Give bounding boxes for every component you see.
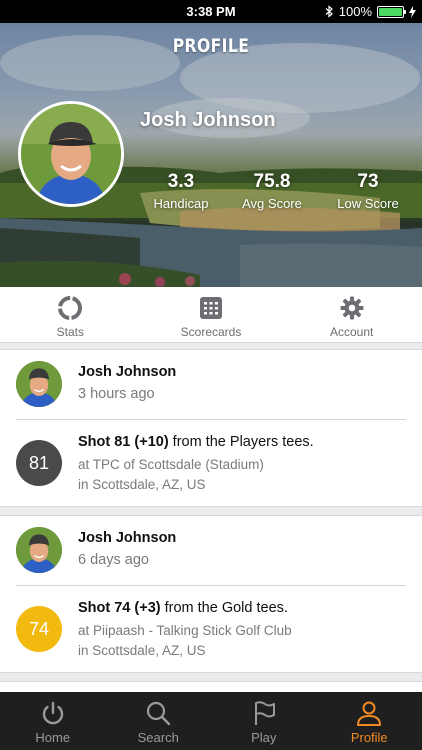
score-badge: 74 <box>16 606 62 652</box>
nav-play[interactable]: Play <box>211 692 317 750</box>
avg-score-stat: 75.8 Avg Score <box>238 171 306 213</box>
course-name: at Piipaash - Talking Stick Golf Club <box>78 623 292 638</box>
feed-card-header: Josh Johnson 3 hours ago <box>16 350 406 420</box>
shot-summary: Shot 81 (+10) from the Players tees. <box>78 434 314 450</box>
handicap-stat: 3.3 Handicap <box>152 171 210 213</box>
tab-stats[interactable]: Stats <box>0 287 141 342</box>
avatar-photo <box>16 361 62 407</box>
author-name[interactable]: Josh Johnson <box>78 530 176 546</box>
nav-label: Play <box>251 730 277 745</box>
tab-label: Scorecards <box>180 325 242 339</box>
course-name: at TPC of Scottsdale (Stadium) <box>78 457 264 472</box>
tab-scorecards[interactable]: Scorecards <box>141 287 282 342</box>
avatar-photo <box>16 527 62 573</box>
tab-label: Stats <box>56 325 85 339</box>
person-icon <box>357 701 382 726</box>
flag-icon <box>254 701 275 725</box>
stat-label: Avg Score <box>242 196 302 211</box>
stats-icon <box>58 296 83 320</box>
shot-tees: from the Gold tees. <box>160 600 288 616</box>
bolt-icon <box>409 5 416 18</box>
shot-tees: from the Players tees. <box>168 434 314 450</box>
feed-card[interactable]: Josh Johnson 3 hours ago 81 Shot 81 (+10… <box>0 349 422 507</box>
profile-avatar[interactable] <box>18 101 124 207</box>
shot-score: Shot 74 (+3) <box>78 600 161 616</box>
post-time: 6 days ago <box>78 552 149 568</box>
nav-home[interactable]: Home <box>0 692 106 750</box>
feed-card-header: Josh Johnson 6 days ago <box>16 516 406 586</box>
battery-percent: 100% <box>338 4 372 19</box>
low-score-stat: 73 Low Score <box>334 171 402 213</box>
shot-score: Shot 81 (+10) <box>78 434 169 450</box>
page-title: PROFILE <box>172 35 250 57</box>
feed-card-body: 74 Shot 74 (+3) from the Gold tees. at P… <box>16 586 406 672</box>
score-badge: 81 <box>16 440 62 486</box>
shot-summary: Shot 74 (+3) from the Gold tees. <box>78 600 288 616</box>
profile-tabs: Stats Scorecards Account <box>0 287 422 343</box>
nav-label: Profile <box>350 730 388 745</box>
search-icon <box>147 701 171 726</box>
bluetooth-icon <box>325 5 333 18</box>
author-name[interactable]: Josh Johnson <box>78 364 176 380</box>
stat-value: 73 <box>357 171 379 192</box>
stat-value: 3.3 <box>167 171 195 192</box>
avatar[interactable] <box>16 527 62 573</box>
activity-feed: Josh Johnson 3 hours ago 81 Shot 81 (+10… <box>0 349 422 701</box>
profile-hero: PROFILE Josh Johnson 3.3 Handicap 75.8 A… <box>0 23 422 287</box>
scorecard-icon <box>200 297 222 319</box>
nav-search[interactable]: Search <box>106 692 212 750</box>
feed-card-body: 81 Shot 81 (+10) from the Players tees. … <box>16 420 406 506</box>
nav-profile[interactable]: Profile <box>317 692 422 750</box>
tab-account[interactable]: Account <box>281 287 422 342</box>
stat-label: Low Score <box>337 196 399 211</box>
feed-card[interactable]: Josh Johnson 6 days ago 74 Shot 74 (+3) … <box>0 515 422 673</box>
avatar[interactable] <box>16 361 62 407</box>
tab-label: Account <box>330 325 374 339</box>
avatar-photo <box>21 104 121 204</box>
bottom-tab-bar: Home Search Play Profile <box>0 692 422 750</box>
stat-value: 75.8 <box>253 171 291 192</box>
status-right: 100% <box>325 4 416 19</box>
home-power-icon <box>42 701 63 725</box>
profile-screen: 3:38 PM 100% PROFILE Josh Johnson 3.3 Ha… <box>0 0 422 750</box>
status-bar: 3:38 PM 100% <box>0 0 422 23</box>
battery-icon <box>377 5 406 18</box>
stat-label: Handicap <box>153 196 209 211</box>
gear-icon <box>340 296 364 320</box>
post-time: 3 hours ago <box>78 386 155 402</box>
profile-name: Josh Johnson <box>140 109 276 131</box>
nav-label: Search <box>137 730 179 745</box>
nav-label: Home <box>35 730 71 745</box>
course-location: in Scottsdale, AZ, US <box>78 477 206 492</box>
course-location: in Scottsdale, AZ, US <box>78 643 206 658</box>
